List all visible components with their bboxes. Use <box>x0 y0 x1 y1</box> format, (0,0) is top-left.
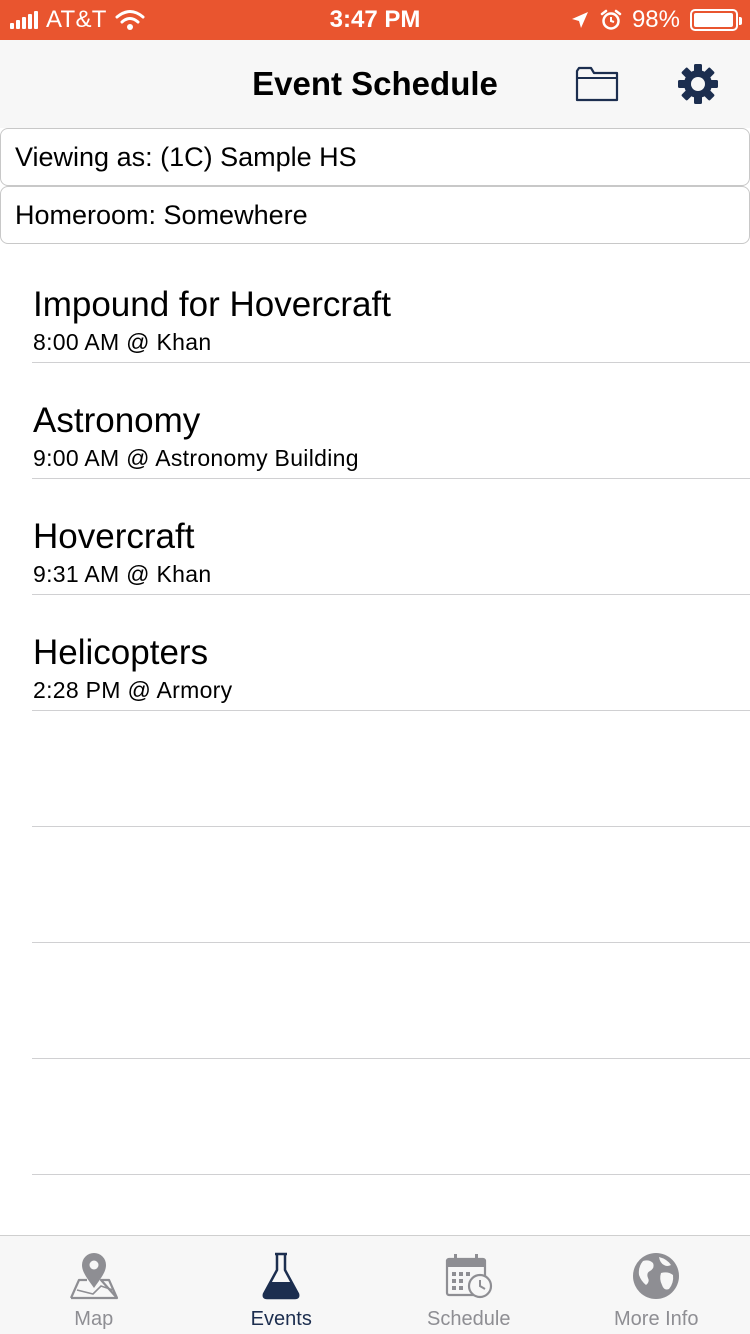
event-detail: 9:31 AM @ Khan <box>33 561 212 587</box>
event-title: Astronomy <box>33 401 201 440</box>
tab-bar: Map Events Schedule More Info <box>0 1235 750 1334</box>
empty-row <box>32 1059 750 1175</box>
folder-button[interactable] <box>573 62 621 106</box>
viewing-as-row[interactable]: Viewing as: (1C) Sample HS <box>0 128 750 186</box>
tab-map[interactable]: Map <box>0 1236 188 1334</box>
globe-icon <box>628 1248 684 1304</box>
event-detail: 8:00 AM @ Khan <box>33 329 212 355</box>
event-list: Impound for Hovercraft 8:00 AM @ Khan As… <box>0 247 750 1175</box>
event-row[interactable]: Astronomy 9:00 AM @ Astronomy Building <box>32 363 750 479</box>
event-title: Hovercraft <box>33 517 195 556</box>
map-pin-icon <box>66 1248 122 1304</box>
page-title: Event Schedule <box>252 65 498 102</box>
location-arrow-icon <box>571 12 588 28</box>
event-row[interactable]: Helicopters 2:28 PM @ Armory <box>32 595 750 711</box>
event-title: Helicopters <box>33 633 209 672</box>
gear-icon <box>678 64 718 104</box>
event-detail: 2:28 PM @ Armory <box>33 677 233 703</box>
status-bar: AT&T 3:47 PM 98% <box>0 0 750 40</box>
tab-more-info[interactable]: More Info <box>563 1236 750 1334</box>
event-row[interactable]: Impound for Hovercraft 8:00 AM @ Khan <box>32 247 750 363</box>
tab-events[interactable]: Events <box>188 1236 376 1334</box>
homeroom-row[interactable]: Homeroom: Somewhere <box>0 186 750 244</box>
event-title: Impound for Hovercraft <box>33 285 391 324</box>
tab-label: Map <box>74 1308 114 1330</box>
carrier-name: AT&T <box>46 6 107 33</box>
navigation-bar: Event Schedule <box>0 40 750 128</box>
event-row[interactable]: Hovercraft 9:31 AM @ Khan <box>32 479 750 595</box>
status-bar-left: AT&T <box>10 0 145 40</box>
battery-percent: 98% <box>631 6 680 33</box>
event-detail: 9:00 AM @ Astronomy Building <box>33 445 359 471</box>
status-bar-right: 98% <box>570 0 742 40</box>
flask-icon <box>253 1248 309 1304</box>
alarm-icon <box>600 9 622 30</box>
folder-icon <box>575 66 619 102</box>
settings-button[interactable] <box>674 62 722 106</box>
battery-icon <box>690 9 742 31</box>
tab-schedule[interactable]: Schedule <box>375 1236 563 1334</box>
calendar-clock-icon <box>441 1248 497 1304</box>
empty-row <box>32 711 750 827</box>
battery-fill <box>694 13 734 27</box>
tab-label: Schedule <box>427 1308 511 1330</box>
tab-label: More Info <box>614 1308 699 1330</box>
empty-row <box>32 943 750 1059</box>
empty-row <box>32 827 750 943</box>
wifi-icon <box>115 10 145 30</box>
signal-strength-icon <box>10 11 38 29</box>
tab-label: Events <box>250 1308 312 1330</box>
